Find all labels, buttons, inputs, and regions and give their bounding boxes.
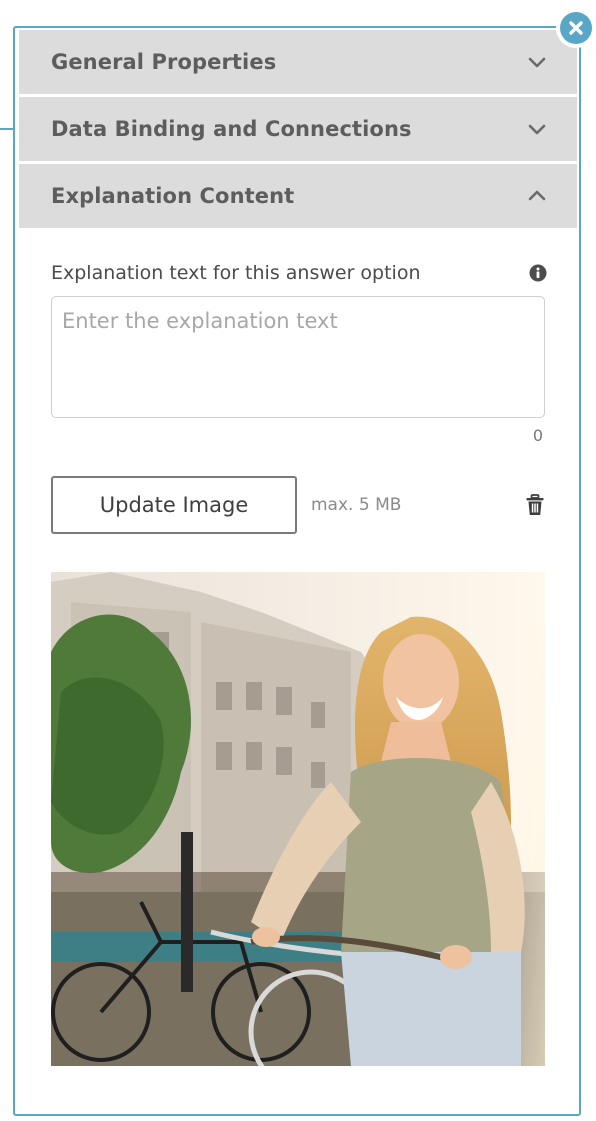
accordion-header-explanation-content[interactable]: Explanation Content xyxy=(19,164,577,228)
accordion-title: Explanation Content xyxy=(51,184,295,208)
close-button[interactable] xyxy=(556,8,596,48)
explanation-content: Explanation text for this answer option … xyxy=(51,258,547,1066)
explanation-image xyxy=(51,572,545,1066)
update-image-button[interactable]: Update Image xyxy=(51,476,297,534)
info-icon[interactable] xyxy=(529,264,547,282)
image-upload-row: Update Image max. 5 MB xyxy=(51,476,547,534)
image-preview xyxy=(51,572,545,1066)
close-button-circle xyxy=(560,12,592,44)
trash-icon[interactable] xyxy=(525,494,545,516)
max-size-hint: max. 5 MB xyxy=(311,495,402,515)
explanation-label: Explanation text for this answer option xyxy=(51,262,421,284)
chevron-up-icon xyxy=(528,190,546,201)
close-icon xyxy=(569,21,583,35)
accordion-header-general-properties[interactable]: General Properties xyxy=(19,30,577,94)
chevron-down-icon xyxy=(528,124,546,135)
character-counter: 0 xyxy=(532,426,543,445)
explanation-label-row: Explanation text for this answer option xyxy=(51,258,547,288)
accordion: General Properties Data Binding and Conn… xyxy=(19,30,577,231)
accordion-title: Data Binding and Connections xyxy=(51,117,412,141)
explanation-text-input[interactable] xyxy=(51,296,545,418)
accordion-header-data-binding[interactable]: Data Binding and Connections xyxy=(19,97,577,161)
accordion-title: General Properties xyxy=(51,50,277,74)
connector-line xyxy=(0,128,14,130)
properties-panel: General Properties Data Binding and Conn… xyxy=(13,26,581,1116)
chevron-down-icon xyxy=(528,57,546,68)
